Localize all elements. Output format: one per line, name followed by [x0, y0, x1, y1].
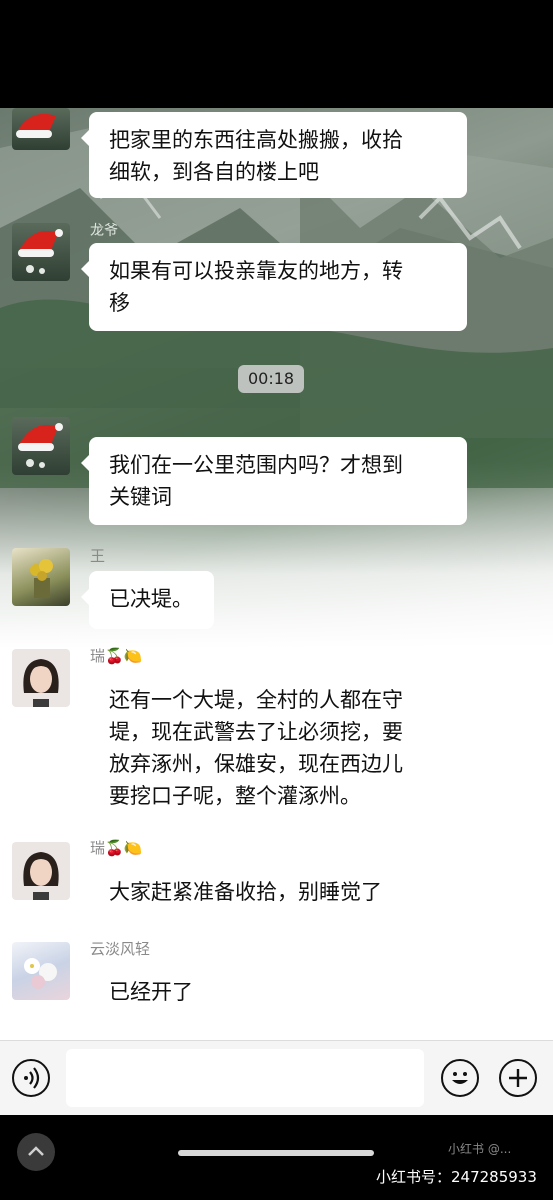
more-button[interactable] [499, 1059, 537, 1097]
message-bubble[interactable]: 大家赶紧准备收拾，别睡觉了 [81, 864, 442, 922]
message-input[interactable] [66, 1049, 424, 1107]
sender-name: 王 [90, 547, 106, 565]
sender-name: 瑞🍒🍋 [90, 647, 143, 665]
scroll-up-button[interactable] [17, 1133, 55, 1171]
avatar[interactable] [12, 548, 70, 606]
message-bubble[interactable]: 还有一个大堤，全村的人都在守 堤，现在武警去了让必须挖，要 放弃涿州，保雄安，现… [81, 672, 467, 820]
voice-icon [23, 1066, 39, 1089]
plant-photo-icon [30, 559, 53, 598]
message-bubble[interactable]: 已决堤。 [81, 571, 214, 629]
chevron-up-icon [28, 1146, 44, 1156]
girl-portrait-icon [23, 659, 59, 707]
flower-photo-icon [24, 958, 57, 989]
voice-input-button[interactable] [12, 1059, 50, 1097]
emoji-button[interactable] [441, 1059, 479, 1097]
santa-hat-icon [16, 113, 56, 138]
sender-name: 瑞🍒🍋 [90, 839, 143, 857]
plus-icon [508, 1068, 527, 1087]
sender-name: 云淡风轻 [90, 940, 151, 958]
girl-portrait-icon [23, 852, 59, 900]
santa-hat-icon [18, 229, 63, 274]
sender-name: 龙爷 [90, 223, 118, 239]
watermark-id: 小红书号：247285933 [376, 1168, 537, 1186]
santa-hat-icon [18, 423, 63, 468]
avatar[interactable] [12, 108, 70, 150]
message-bubble[interactable]: 把家里的东西往高处搬搬，收拾 细软，到各自的楼上吧 [81, 112, 467, 198]
avatar[interactable] [12, 223, 70, 281]
timestamp-pill: 00:18 [238, 365, 305, 393]
message-bubble[interactable]: 如果有可以投亲靠友的地方，转 移 [81, 243, 467, 331]
top-black-bar [0, 0, 553, 108]
home-indicator [178, 1150, 374, 1156]
message-bubble[interactable]: 已经开了 [81, 964, 214, 1022]
avatar[interactable] [12, 842, 70, 900]
avatar[interactable] [12, 942, 70, 1000]
message-bubble[interactable]: 我们在一公里范围内吗？才想到 关键词 [81, 437, 467, 525]
bottom-strip [0, 1115, 553, 1200]
smiley-icon [451, 1071, 468, 1084]
input-bar [0, 1040, 553, 1116]
watermark-logo: 小红书 @... [448, 1142, 512, 1156]
avatar[interactable] [12, 417, 70, 475]
avatar[interactable] [12, 649, 70, 707]
